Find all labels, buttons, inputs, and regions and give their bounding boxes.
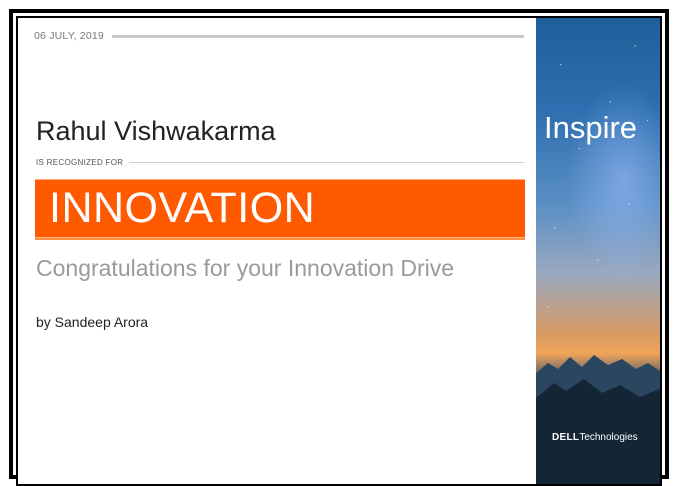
date-row: 06 JULY, 2019 xyxy=(34,30,524,42)
award-band: INNOVATION xyxy=(35,179,525,238)
side-image-panel: Inspire DELLTechnologies xyxy=(536,18,660,484)
brand-technologies: Technologies xyxy=(579,432,638,443)
dell-technologies-logo: DELLTechnologies xyxy=(552,432,638,443)
inspire-tagline: Inspire xyxy=(544,110,638,145)
certificate-date: 06 JULY, 2019 xyxy=(34,30,104,42)
award-title: INNOVATION xyxy=(49,184,316,232)
congrats-message: Congratulations for your Innovation Driv… xyxy=(36,255,455,281)
mountain-silhouette xyxy=(536,355,660,484)
byline: by Sandeep Arora xyxy=(36,314,149,330)
certificate-content: 06 JULY, 2019 Rahul Vishwakarma IS RECOG… xyxy=(18,18,538,484)
certificate-card: 06 JULY, 2019 Rahul Vishwakarma IS RECOG… xyxy=(16,16,662,486)
recognized-divider xyxy=(129,162,524,163)
recognized-label: IS RECOGNIZED FOR xyxy=(36,158,124,167)
recipient-name: Rahul Vishwakarma xyxy=(36,116,276,146)
recognized-row: IS RECOGNIZED FOR xyxy=(36,158,524,167)
date-divider xyxy=(111,34,524,38)
brand-dell: DELL xyxy=(552,432,580,443)
